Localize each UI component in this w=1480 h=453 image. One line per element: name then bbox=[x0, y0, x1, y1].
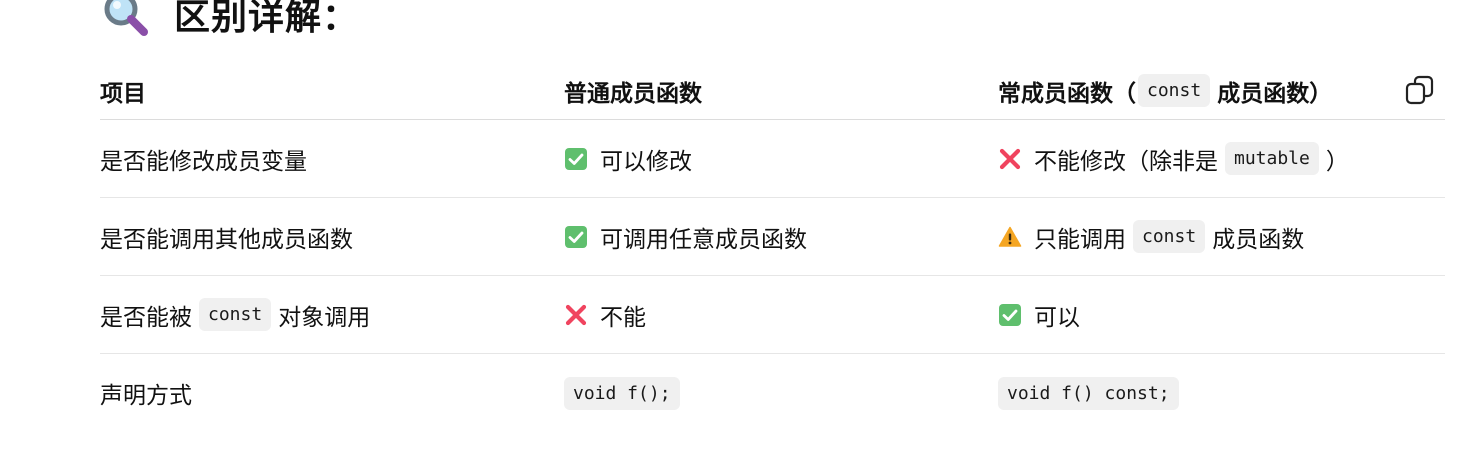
cross-icon bbox=[999, 148, 1021, 169]
row-const: void f() const; bbox=[998, 376, 1445, 410]
row-normal: 不能 bbox=[564, 298, 998, 332]
table-header-row: 项目 普通成员函数 常成员函数（ const 成员函数） bbox=[100, 62, 1445, 120]
inline-code: mutable bbox=[1225, 142, 1319, 175]
code-snippet: void f() const; bbox=[998, 376, 1179, 410]
table-row: 是否能被 const 对象调用 不能 可以 bbox=[100, 276, 1445, 354]
row-const: 可以 bbox=[998, 298, 1445, 332]
row-normal: 可以修改 bbox=[564, 142, 998, 176]
check-icon bbox=[999, 303, 1021, 326]
header-const: 常成员函数（ const 成员函数） bbox=[998, 74, 1445, 108]
warning-icon bbox=[998, 226, 1022, 247]
row-item: 是否能修改成员变量 bbox=[100, 148, 307, 175]
magnifier-icon bbox=[104, 0, 148, 36]
row-normal: 可调用任意成员函数 bbox=[564, 220, 998, 254]
header-item: 项目 bbox=[100, 80, 146, 107]
row-normal: void f(); bbox=[564, 376, 998, 410]
check-icon bbox=[565, 225, 587, 248]
cross-icon bbox=[565, 304, 587, 325]
heading-text: 区别详解： bbox=[174, 0, 360, 38]
check-icon bbox=[565, 147, 587, 170]
inline-code: const bbox=[199, 298, 272, 331]
section-heading: 区别详解： bbox=[100, 0, 359, 42]
header-normal: 普通成员函数 bbox=[564, 80, 702, 107]
row-item: 是否能被 const 对象调用 bbox=[100, 298, 564, 332]
code-snippet: void f(); bbox=[564, 376, 680, 410]
inline-code: const bbox=[1133, 220, 1206, 253]
table-row: 是否能调用其他成员函数 可调用任意成员函数 只能调用 const 成员函数 bbox=[100, 198, 1445, 276]
row-item: 声明方式 bbox=[100, 383, 192, 409]
row-item: 是否能调用其他成员函数 bbox=[100, 226, 353, 253]
row-const: 只能调用 const 成员函数 bbox=[998, 220, 1445, 254]
inline-code: const bbox=[1138, 74, 1211, 107]
table-row: 是否能修改成员变量 可以修改 不能修改（除非是 mutable ） bbox=[100, 120, 1445, 198]
table-row: 声明方式 void f(); void f() const; bbox=[100, 354, 1445, 432]
row-const: 不能修改（除非是 mutable ） bbox=[998, 142, 1445, 176]
comparison-table: 项目 普通成员函数 常成员函数（ const 成员函数） 是否能修改成员变量 可… bbox=[100, 62, 1445, 432]
